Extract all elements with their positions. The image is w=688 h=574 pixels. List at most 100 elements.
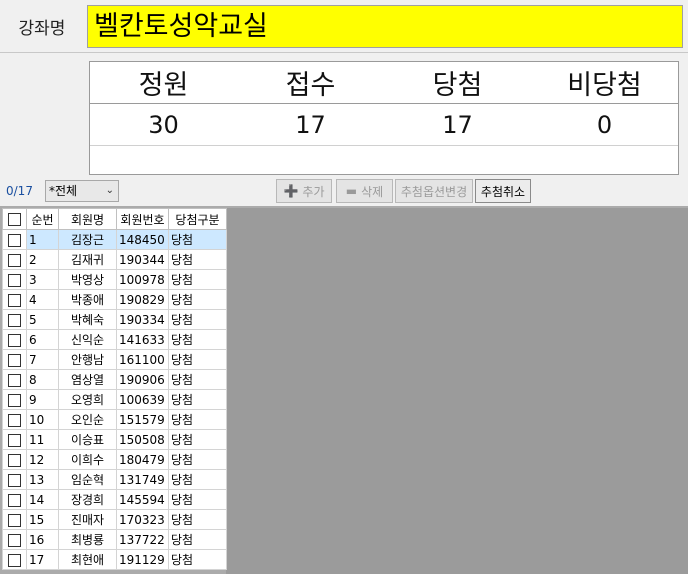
table-row[interactable]: 6 신익순 141633 당첨 xyxy=(2,329,227,350)
table-row[interactable]: 4 박종애 190829 당첨 xyxy=(2,289,227,310)
table-row[interactable]: 10 오인순 151579 당첨 xyxy=(2,409,227,430)
row-checkbox[interactable] xyxy=(2,269,27,290)
table-row[interactable]: 15 진매자 170323 당첨 xyxy=(2,509,227,530)
table-row[interactable]: 2 김재귀 190344 당첨 xyxy=(2,249,227,270)
summary-header-not-won: 비당첨 xyxy=(567,70,642,101)
cell-status: 당첨 xyxy=(168,369,227,390)
add-button[interactable]: ➕ 추가 xyxy=(276,179,332,203)
row-checkbox[interactable] xyxy=(2,429,27,450)
row-checkbox[interactable] xyxy=(2,389,27,410)
selection-count: 0/17 xyxy=(6,184,33,198)
column-header-no[interactable]: 순번 xyxy=(26,208,59,230)
cell-name: 최병룡 xyxy=(58,529,117,550)
row-checkbox[interactable] xyxy=(2,329,27,350)
cell-status: 당첨 xyxy=(168,449,227,470)
cell-status: 당첨 xyxy=(168,509,227,530)
add-button-label: 추가 xyxy=(302,184,325,199)
cell-name: 박종애 xyxy=(58,289,117,310)
cell-member-id: 100978 xyxy=(116,269,169,290)
row-checkbox[interactable] xyxy=(2,369,27,390)
summary-value-won: 17 xyxy=(442,110,473,139)
grid-body: 1 김장근 148450 당첨 2 김재귀 190344 당첨 3 박영상 100978 당첨 4 박종애… xyxy=(2,229,227,570)
grid-header-row: 순번 회원명 회원번호 당첨구분 xyxy=(2,208,227,230)
delete-button[interactable]: ▬ 삭제 xyxy=(336,179,393,203)
row-checkbox[interactable] xyxy=(2,469,27,490)
table-row[interactable]: 11 이승표 150508 당첨 xyxy=(2,429,227,450)
cell-member-id: 191129 xyxy=(116,549,169,570)
column-header-status[interactable]: 당첨구분 xyxy=(168,208,227,230)
filter-select[interactable]: *전체 ⌄ xyxy=(45,180,119,202)
course-name-label: 강좌명 xyxy=(0,0,84,52)
table-row[interactable]: 3 박영상 100978 당첨 xyxy=(2,269,227,290)
checkbox-icon xyxy=(8,413,21,427)
cell-status: 당첨 xyxy=(168,489,227,510)
table-row[interactable]: 9 오영희 100639 당첨 xyxy=(2,389,227,410)
cell-member-id: 190344 xyxy=(116,249,169,270)
table-row[interactable]: 1 김장근 148450 당첨 xyxy=(2,229,227,250)
row-checkbox[interactable] xyxy=(2,249,27,270)
cell-status: 당첨 xyxy=(168,269,227,290)
cell-no: 3 xyxy=(26,269,59,290)
table-row[interactable]: 7 안행남 161100 당첨 xyxy=(2,349,227,370)
cell-member-id: 145594 xyxy=(116,489,169,510)
row-checkbox[interactable] xyxy=(2,489,27,510)
summary-header-applied: 접수 xyxy=(285,70,336,101)
cell-member-id: 141633 xyxy=(116,329,169,350)
cell-no: 11 xyxy=(26,429,59,450)
table-row[interactable]: 13 임순혁 131749 당첨 xyxy=(2,469,227,490)
row-checkbox[interactable] xyxy=(2,409,27,430)
cell-no: 2 xyxy=(26,249,59,270)
row-checkbox[interactable] xyxy=(2,529,27,550)
cell-no: 7 xyxy=(26,349,59,370)
row-checkbox[interactable] xyxy=(2,349,27,370)
row-checkbox[interactable] xyxy=(2,309,27,330)
checkbox-icon xyxy=(8,373,21,387)
table-row[interactable]: 12 이희수 180479 당첨 xyxy=(2,449,227,470)
checkbox-icon xyxy=(8,513,21,527)
filter-select-value: *전체 xyxy=(49,184,78,198)
checkbox-icon xyxy=(8,313,21,327)
select-all-checkbox[interactable] xyxy=(2,208,27,230)
cell-name: 진매자 xyxy=(58,509,117,530)
row-checkbox[interactable] xyxy=(2,549,27,570)
table-row[interactable]: 5 박혜숙 190334 당첨 xyxy=(2,309,227,330)
table-row[interactable]: 17 최현애 191129 당첨 xyxy=(2,549,227,570)
row-checkbox[interactable] xyxy=(2,449,27,470)
summary-value-applied: 17 xyxy=(295,110,326,139)
checkbox-icon xyxy=(8,473,21,487)
cell-name: 오영희 xyxy=(58,389,117,410)
checkbox-icon xyxy=(8,253,21,267)
cell-no: 14 xyxy=(26,489,59,510)
cell-name: 안행남 xyxy=(58,349,117,370)
draw-cancel-button-label: 추첨취소 xyxy=(480,184,526,199)
summary-value-not-won: 0 xyxy=(596,110,613,139)
checkbox-icon xyxy=(8,273,21,287)
cell-no: 13 xyxy=(26,469,59,490)
summary-value-row: 30 17 17 0 xyxy=(90,104,678,146)
table-row[interactable]: 16 최병룡 137722 당첨 xyxy=(2,529,227,550)
cell-name: 김장근 xyxy=(58,229,117,250)
row-checkbox[interactable] xyxy=(2,229,27,250)
cell-no: 4 xyxy=(26,289,59,310)
cell-status: 당첨 xyxy=(168,549,227,570)
row-checkbox[interactable] xyxy=(2,289,27,310)
row-checkbox[interactable] xyxy=(2,509,27,530)
cell-member-id: 131749 xyxy=(116,469,169,490)
cell-status: 당첨 xyxy=(168,469,227,490)
cell-no: 8 xyxy=(26,369,59,390)
column-header-member-id[interactable]: 회원번호 xyxy=(116,208,169,230)
option-change-button[interactable]: 추첨옵션변경 xyxy=(395,179,473,203)
draw-cancel-button[interactable]: 추첨취소 xyxy=(475,179,531,203)
cell-member-id: 180479 xyxy=(116,449,169,470)
column-header-name[interactable]: 회원명 xyxy=(58,208,117,230)
cell-member-id: 150508 xyxy=(116,429,169,450)
checkbox-icon xyxy=(8,553,21,567)
empty-pane xyxy=(226,208,688,574)
cell-name: 신익순 xyxy=(58,329,117,350)
checkbox-icon xyxy=(8,353,21,367)
table-row[interactable]: 8 염상열 190906 당첨 xyxy=(2,369,227,390)
course-name-field[interactable]: 벨칸토성악교실 xyxy=(87,5,683,48)
checkbox-icon xyxy=(8,493,21,507)
table-row[interactable]: 14 장경희 145594 당첨 xyxy=(2,489,227,510)
cell-member-id: 190906 xyxy=(116,369,169,390)
